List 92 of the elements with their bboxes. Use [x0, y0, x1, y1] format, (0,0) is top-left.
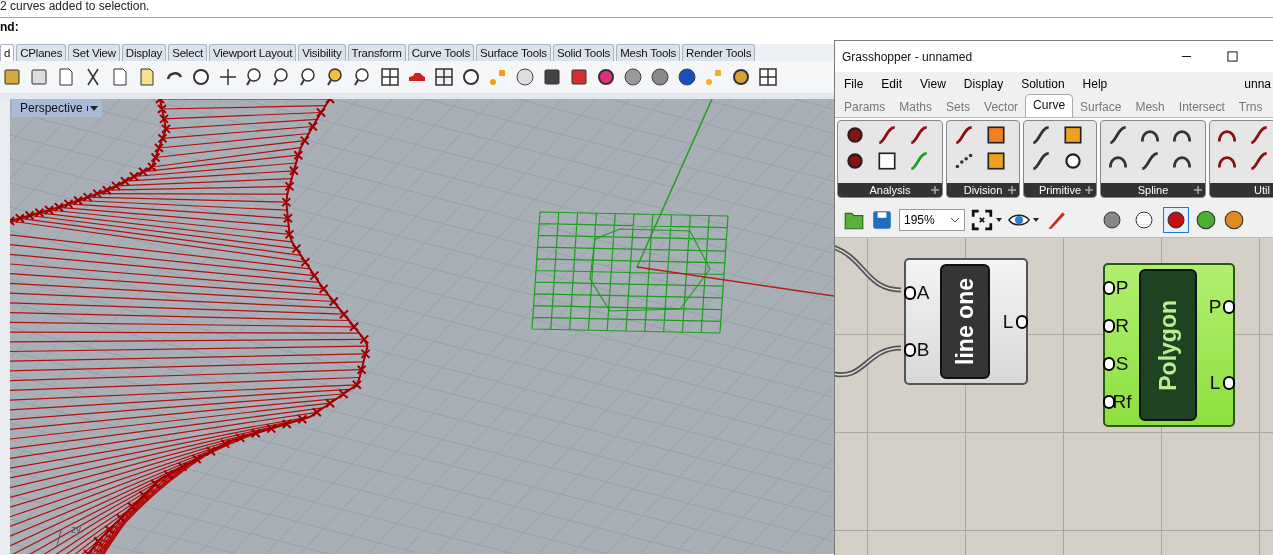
component-node[interactable]: P R S Rf Polygon P L [1103, 263, 1235, 427]
expand-icon[interactable] [931, 186, 939, 194]
input-port[interactable] [1103, 395, 1115, 409]
ribbon-tab[interactable]: Maths [892, 97, 940, 117]
toolbar-tab[interactable]: Set View [68, 44, 120, 61]
menu-item[interactable]: Solution [1015, 76, 1074, 91]
grid-icon[interactable] [434, 67, 454, 87]
toolbar-tab[interactable]: Visibility [298, 44, 346, 61]
zoom-dropdown[interactable]: 195% [899, 209, 965, 231]
line-icon[interactable] [1030, 150, 1052, 172]
input-label: B [916, 339, 930, 362]
preview-icon [1102, 210, 1122, 230]
expand-icon[interactable] [1085, 186, 1093, 194]
document-icon[interactable] [56, 67, 76, 87]
toolbar-tab[interactable]: Solid Tools [552, 44, 615, 61]
component-node[interactable]: A B line one L [904, 258, 1028, 385]
wireframe-icon [1134, 210, 1154, 230]
caret-icon[interactable] [996, 218, 1002, 222]
input-label: P [1115, 277, 1129, 299]
toolbar-tab[interactable]: Mesh Tools [616, 44, 681, 61]
ribbon-tab[interactable]: Surface [1073, 97, 1129, 117]
output-port[interactable] [1223, 376, 1235, 390]
input-label: A [916, 281, 930, 304]
window-title: Grasshopper - unnamed [841, 49, 973, 64]
input-port[interactable] [904, 285, 916, 300]
zoom-extents-icon[interactable] [971, 209, 993, 231]
menu-item[interactable]: View [914, 76, 955, 91]
caret-icon [86, 105, 98, 111]
output-port[interactable] [1223, 300, 1235, 314]
toolbar-tab[interactable]: Display [121, 44, 167, 61]
toolbar-tab[interactable]: CPlanes [16, 44, 67, 61]
preview-button[interactable] [1163, 207, 1189, 233]
toolbar-tab[interactable]: Surface Tools [476, 44, 551, 61]
toolbar-tab[interactable]: Transform [347, 44, 406, 61]
output-port[interactable] [1016, 314, 1028, 329]
command-prompt: nd: [0, 20, 19, 34]
command-history: 2 curves added to selection. [0, 0, 151, 15]
ribbon-tab[interactable]: Mesh [1128, 97, 1172, 117]
component-name: line one [951, 278, 979, 365]
ribbon-tab[interactable]: Vector [977, 97, 1026, 117]
expand-icon[interactable] [1194, 186, 1202, 194]
toolbar-tab[interactable]: d [0, 44, 15, 61]
shaded-icon [1166, 210, 1186, 230]
circle-icon[interactable] [1062, 150, 1084, 172]
toolbar-tab[interactable]: Viewport Layout [208, 44, 297, 61]
wire [835, 243, 902, 293]
ribbon-tab[interactable]: Intersect [1171, 97, 1232, 117]
viewport-title[interactable]: Perspective [12, 99, 102, 117]
circle-icon[interactable] [844, 150, 866, 172]
menu-item[interactable]: Edit [875, 76, 912, 91]
input-port[interactable] [904, 343, 916, 358]
toolbar-tab[interactable]: Curve Tools [407, 44, 475, 61]
copy-icon[interactable] [110, 67, 130, 87]
clipboard-icon[interactable] [137, 67, 157, 87]
toolbar-tab[interactable]: Select [168, 44, 207, 61]
line-icon[interactable] [1030, 124, 1052, 146]
output-label: P [1208, 296, 1222, 318]
panel-label: Spline [1137, 183, 1169, 197]
input-label: Rf [1112, 391, 1132, 413]
circle-icon[interactable] [461, 67, 481, 87]
maximize-icon [1226, 51, 1238, 62]
sphere-icon[interactable] [623, 67, 643, 87]
input-port[interactable] [1103, 281, 1115, 295]
sphere-icon[interactable] [1223, 209, 1245, 231]
input-label: S [1115, 353, 1129, 375]
ribbon-tab[interactable]: Params [837, 97, 893, 117]
ribbon-tab[interactable]: Trns [1231, 97, 1270, 117]
sphere-icon[interactable] [650, 67, 670, 87]
output-label: L [1209, 372, 1221, 394]
four-viewports-icon[interactable] [380, 67, 400, 87]
component-name: Polygon [1154, 299, 1182, 391]
input-port[interactable] [1103, 319, 1115, 333]
expand-icon[interactable] [1008, 186, 1016, 194]
output-label: L [1002, 310, 1014, 333]
wire [835, 345, 902, 378]
axis-icon [55, 530, 65, 546]
toolbar-tab[interactable]: Render Tools [682, 44, 756, 61]
chevron-icon [950, 217, 960, 223]
panel-label: Analysis [869, 183, 911, 197]
caret-icon[interactable] [1033, 218, 1039, 222]
ribbon-tab[interactable]: Curve [1025, 94, 1074, 117]
input-port[interactable] [1103, 357, 1115, 371]
document-name: unna [1244, 76, 1272, 91]
menu-item[interactable]: Help [1076, 76, 1117, 91]
sphere-icon[interactable] [677, 67, 697, 87]
panel-label: Division [963, 183, 1003, 197]
input-label: R [1115, 315, 1129, 337]
menu-item[interactable]: File [838, 76, 873, 91]
panel-label: Util [1254, 183, 1270, 197]
ribbon-tab[interactable]: Sets [939, 97, 978, 117]
panel-label: Primitive [1038, 183, 1082, 197]
menu-item[interactable]: Display [957, 76, 1013, 91]
